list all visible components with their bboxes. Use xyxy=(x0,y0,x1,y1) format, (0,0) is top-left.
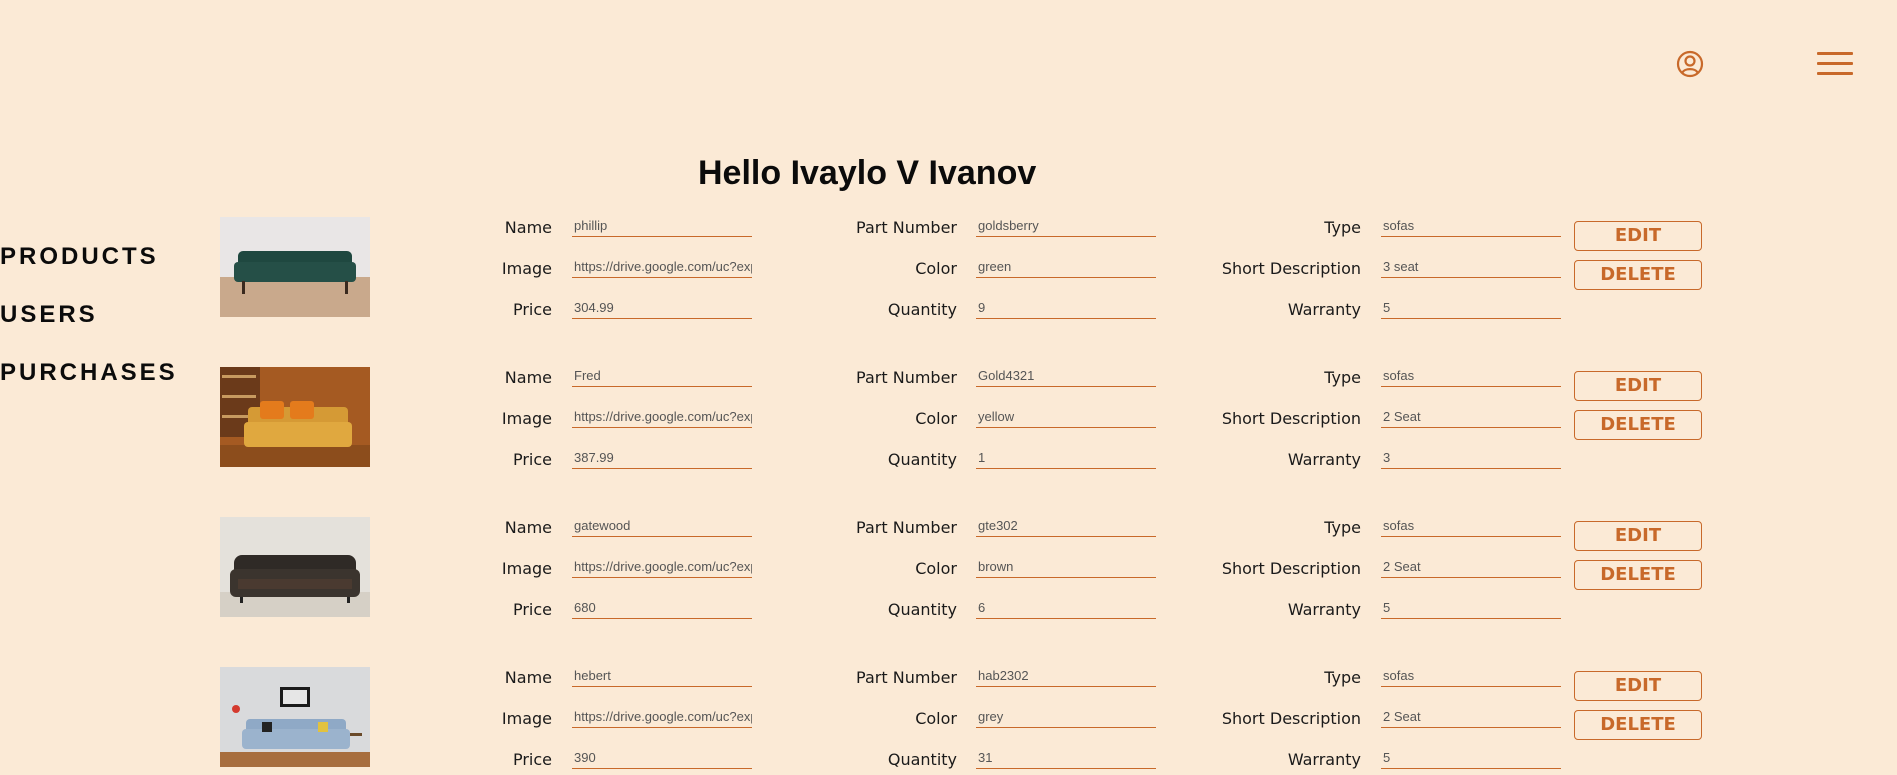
name-field[interactable]: gatewood xyxy=(572,517,752,537)
type-label: Type xyxy=(1324,368,1361,387)
warranty-label: Warranty xyxy=(1287,300,1361,319)
price-field[interactable]: 680 xyxy=(572,599,752,619)
name-field[interactable]: Fred xyxy=(572,367,752,387)
delete-button[interactable]: DELETE xyxy=(1574,260,1702,290)
type-label: Type xyxy=(1324,218,1361,237)
type-field[interactable]: sofas xyxy=(1381,517,1561,537)
product-image xyxy=(220,217,370,317)
short-description-field[interactable]: 2 Seat xyxy=(1381,408,1561,428)
short-description-label: Short Description xyxy=(1221,259,1361,278)
type-label: Type xyxy=(1324,668,1361,687)
quantity-field[interactable]: 31 xyxy=(976,749,1156,769)
warranty-field[interactable]: 3 xyxy=(1381,449,1561,469)
part-number-field[interactable]: hab2302 xyxy=(976,667,1156,687)
image-url-field[interactable]: https://drive.google.com/uc?export=view xyxy=(572,258,752,278)
warranty-label: Warranty xyxy=(1287,600,1361,619)
color-field[interactable]: grey xyxy=(976,708,1156,728)
image-url-field[interactable]: https://drive.google.com/uc?export=view xyxy=(572,408,752,428)
image-url-field[interactable]: https://drive.google.com/uc?export=view xyxy=(572,708,752,728)
delete-button[interactable]: DELETE xyxy=(1574,560,1702,590)
short-description-label: Short Description xyxy=(1221,709,1361,728)
color-label: Color xyxy=(915,559,957,578)
price-label: Price xyxy=(512,450,552,469)
price-label: Price xyxy=(512,750,552,769)
quantity-label: Quantity xyxy=(887,750,957,769)
warranty-label: Warranty xyxy=(1287,450,1361,469)
product-image xyxy=(220,667,370,767)
color-field[interactable]: yellow xyxy=(976,408,1156,428)
warranty-field[interactable]: 5 xyxy=(1381,299,1561,319)
delete-button[interactable]: DELETE xyxy=(1574,410,1702,440)
name-label: Name xyxy=(504,218,552,237)
warranty-field[interactable]: 5 xyxy=(1381,599,1561,619)
type-label: Type xyxy=(1324,518,1361,537)
page-title: Hello Ivaylo V Ivanov xyxy=(698,154,1037,192)
color-field[interactable]: brown xyxy=(976,558,1156,578)
quantity-label: Quantity xyxy=(887,450,957,469)
short-description-label: Short Description xyxy=(1221,559,1361,578)
edit-button[interactable]: EDIT xyxy=(1574,221,1702,251)
image-label: Image xyxy=(501,709,552,728)
name-field[interactable]: hebert xyxy=(572,667,752,687)
type-field[interactable]: sofas xyxy=(1381,217,1561,237)
part-number-label: Part Number xyxy=(856,518,957,537)
warranty-label: Warranty xyxy=(1287,750,1361,769)
hamburger-menu-icon[interactable] xyxy=(1817,52,1853,78)
name-label: Name xyxy=(504,668,552,687)
product-row: Name phillip Image https://drive.google.… xyxy=(0,217,1897,319)
quantity-label: Quantity xyxy=(887,600,957,619)
warranty-field[interactable]: 5 xyxy=(1381,749,1561,769)
part-number-field[interactable]: Gold4321 xyxy=(976,367,1156,387)
price-label: Price xyxy=(512,300,552,319)
short-description-field[interactable]: 2 Seat xyxy=(1381,558,1561,578)
name-field[interactable]: phillip xyxy=(572,217,752,237)
product-image xyxy=(220,367,370,467)
part-number-label: Part Number xyxy=(856,368,957,387)
edit-button[interactable]: EDIT xyxy=(1574,521,1702,551)
name-label: Name xyxy=(504,368,552,387)
product-row: Name Fred Image https://drive.google.com… xyxy=(0,367,1897,469)
delete-button[interactable]: DELETE xyxy=(1574,710,1702,740)
edit-button[interactable]: EDIT xyxy=(1574,371,1702,401)
part-number-field[interactable]: gte302 xyxy=(976,517,1156,537)
image-label: Image xyxy=(501,559,552,578)
quantity-label: Quantity xyxy=(887,300,957,319)
price-field[interactable]: 304.99 xyxy=(572,299,752,319)
color-field[interactable]: green xyxy=(976,258,1156,278)
quantity-field[interactable]: 9 xyxy=(976,299,1156,319)
price-field[interactable]: 387.99 xyxy=(572,449,752,469)
product-row: Name gatewood Image https://drive.google… xyxy=(0,517,1897,619)
color-label: Color xyxy=(915,409,957,428)
edit-button[interactable]: EDIT xyxy=(1574,671,1702,701)
part-number-field[interactable]: goldsberry xyxy=(976,217,1156,237)
product-image xyxy=(220,517,370,617)
part-number-label: Part Number xyxy=(856,668,957,687)
short-description-field[interactable]: 2 Seat xyxy=(1381,708,1561,728)
image-label: Image xyxy=(501,259,552,278)
short-description-label: Short Description xyxy=(1221,409,1361,428)
short-description-field[interactable]: 3 seat xyxy=(1381,258,1561,278)
color-label: Color xyxy=(915,709,957,728)
color-label: Color xyxy=(915,259,957,278)
image-url-field[interactable]: https://drive.google.com/uc?export=view xyxy=(572,558,752,578)
price-label: Price xyxy=(512,600,552,619)
type-field[interactable]: sofas xyxy=(1381,367,1561,387)
price-field[interactable]: 390 xyxy=(572,749,752,769)
part-number-label: Part Number xyxy=(856,218,957,237)
type-field[interactable]: sofas xyxy=(1381,667,1561,687)
user-circle-icon[interactable] xyxy=(1676,50,1704,78)
image-label: Image xyxy=(501,409,552,428)
name-label: Name xyxy=(504,518,552,537)
product-row: Name hebert Image https://drive.google.c… xyxy=(0,667,1897,769)
quantity-field[interactable]: 1 xyxy=(976,449,1156,469)
quantity-field[interactable]: 6 xyxy=(976,599,1156,619)
